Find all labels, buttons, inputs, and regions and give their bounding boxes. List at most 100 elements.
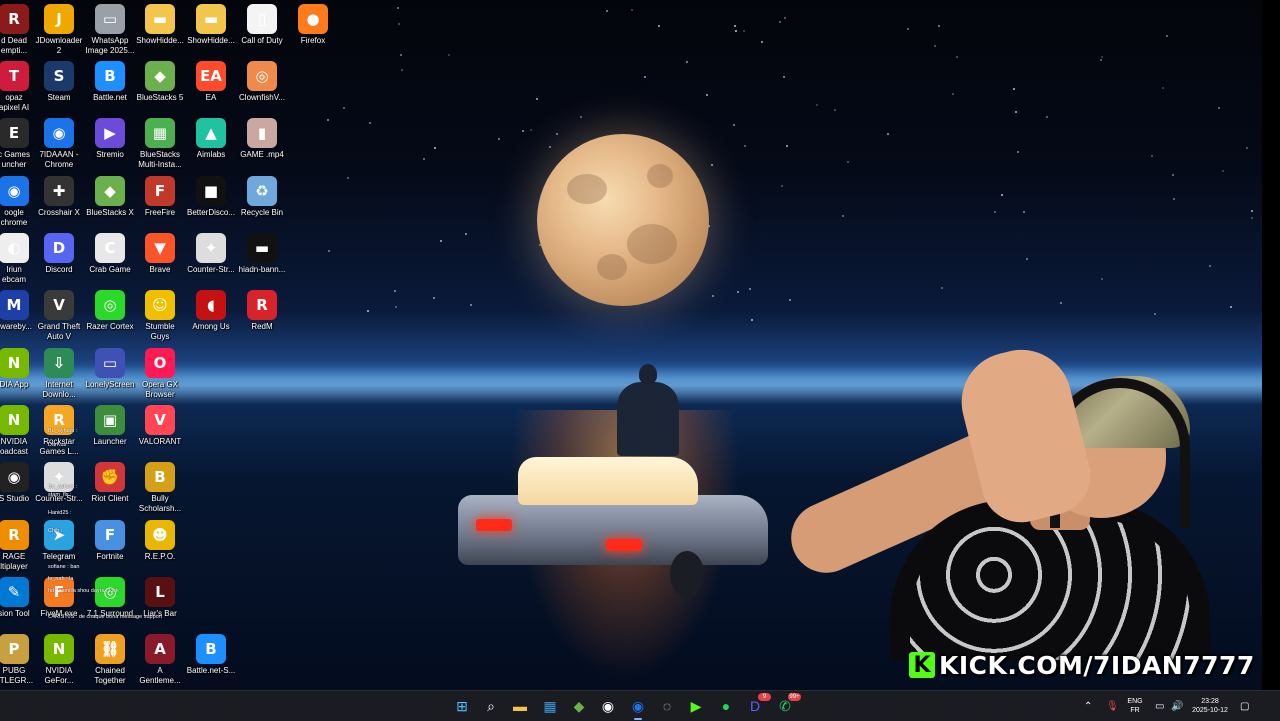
desktop-icon[interactable]: F FiveM.exe [31,577,87,619]
desktop-icon[interactable]: ▯ Call of Duty [234,4,290,46]
desktop-icon[interactable]: ▶ Stremio [82,118,138,160]
desktop-icon-label: Stumble Guys [145,322,175,341]
star [1230,305,1233,308]
desktop-icon[interactable]: ▦ BlueStacks Multi-Insta... [132,118,188,170]
desktop-icon[interactable]: ☻ R.E.P.O. [132,520,188,562]
desktop-icon[interactable]: ✦ Counter-Str... [183,233,239,275]
desktop-icon[interactable]: N NVIDIA GeFor... [31,634,87,686]
kick-app-icon[interactable]: ▶ [686,696,706,716]
desktop-icon[interactable]: S Steam [31,61,87,103]
desktop-icon[interactable]: ■ BetterDisco... [183,176,239,218]
app-icon: E [0,118,29,148]
kick-url: KICK.COM/7IDAN7777 [939,650,1255,680]
app-icon: N [0,348,29,378]
desktop-icon[interactable]: ◉ 7IDAAAN - Chrome [31,118,87,170]
desktop-icon[interactable]: ⛓ Chained Together [82,634,138,686]
desktop-icon[interactable]: B Bully Scholarsh... [132,462,188,514]
app-icon: A [145,634,175,664]
start-icon[interactable]: ⊞ [452,696,472,716]
desktop-icon[interactable]: ▭ LonelyScreen [82,348,138,390]
desktop-icon[interactable]: EA EA [183,61,239,103]
desktop-icon[interactable]: A A Gentleme... [132,634,188,686]
person-silhouette [617,364,679,456]
desktop-icon[interactable]: ◎ ClownfishV... [234,61,290,103]
app-badge-icon[interactable]: ◌ [657,696,677,716]
volume-icon[interactable]: 🔊 [1171,701,1183,712]
store-icon[interactable]: ▦ [540,696,560,716]
microphone-icon[interactable]: 🎙 [1106,701,1119,712]
desktop-icon[interactable]: ☺ Stumble Guys [132,290,188,342]
desktop-icon[interactable]: ▲ Aimlabs [183,118,239,160]
star [737,291,740,294]
desktop-icon-label: Battle.net [93,93,127,102]
desktop-icon[interactable]: V VALORANT [132,405,188,447]
app-icon: ▲ [196,118,226,148]
desktop-icon[interactable]: ▼ Brave [132,233,188,275]
desktop-icon[interactable]: ➤ Telegram [31,520,87,562]
star [1100,278,1103,281]
desktop-icon[interactable]: ▬ ShowHidde... [132,4,188,46]
spotify-icon[interactable]: ● [716,696,736,716]
file-explorer-icon[interactable]: ▬ [510,696,530,716]
desktop-icon[interactable]: ◖ Among Us [183,290,239,332]
desktop-icon[interactable]: ◎ Razer Cortex [82,290,138,332]
desktop-icon[interactable]: ♻ Recycle Bin [234,176,290,218]
chrome-icon[interactable]: ◉ [628,696,648,720]
clock[interactable]: 23:28 2025-10-12 [1188,697,1232,715]
star [422,157,425,160]
desktop-icon[interactable]: F Fortnite [82,520,138,562]
star [644,76,647,79]
desktop-icon[interactable]: ◎ 7.1 Surround [82,577,138,619]
desktop-icon-label: Brave [149,265,171,274]
desktop-icon-label: Grand Theft Auto V [37,322,81,341]
notifications-icon[interactable]: ▢ [1240,701,1249,712]
desktop-icon-label: Bully Scholarsh... [138,494,182,513]
desktop-icon[interactable]: ✊ Riot Client [82,462,138,504]
star [816,103,819,106]
star [940,286,943,289]
desktop-icon[interactable]: ▬ hiadn-bann... [234,233,290,275]
desktop-icon[interactable]: ✚ Crosshair X [31,176,87,218]
desktop-icon[interactable]: ⇩ Internet Downlo... [31,348,87,400]
desktop-icon[interactable]: ◆ BlueStacks 5 [132,61,188,103]
desktop-icon[interactable]: D Discord [31,233,87,275]
star [342,106,345,109]
desktop-icon[interactable]: ▣ Launcher [82,405,138,447]
star [743,144,746,147]
desktop-icon[interactable]: ▭ WhatsApp Image 2025... [82,4,138,56]
obs-icon[interactable]: ◉ [598,696,618,716]
star [1209,264,1212,267]
star [956,55,959,58]
desktop-icon[interactable]: O Opera GX Browser [132,348,188,400]
desktop-icon[interactable]: V Grand Theft Auto V [31,290,87,342]
desktop-icon[interactable]: F FreeFire [132,176,188,218]
app-icon: ◉ [0,462,29,492]
language-indicator[interactable]: ENG FR [1126,697,1144,715]
desktop-icon-label: hiadn-bann... [238,265,286,274]
desktop-icon-label: BlueStacks X [86,208,134,217]
chevron-up-icon[interactable]: ⌃ [1084,701,1092,712]
desktop-icon[interactable]: ▬ ShowHidde... [183,4,239,46]
whatsapp-icon[interactable]: ✆ 99+ [775,693,801,716]
star [555,132,558,135]
bluestacks-icon[interactable]: ◆ [569,696,589,716]
discord-icon[interactable]: D9 [745,693,771,716]
star [448,54,451,57]
app-icon: ➤ [44,520,74,550]
display-icon[interactable]: ▭ [1155,701,1164,712]
desktop-icon[interactable]: ▮ GAME .mp4 [234,118,290,160]
desktop-icon[interactable]: B Battle.net [82,61,138,103]
app-icon: M [0,290,29,320]
desktop-icon[interactable]: ● Firefox [285,4,341,46]
desktop-icon[interactable]: J JDownloader 2 [31,4,87,56]
desktop-icon[interactable]: ◆ BlueStacks X [82,176,138,218]
desktop-icon[interactable]: B Battle.net-S... [183,634,239,676]
search-icon[interactable]: ⌕ [481,696,501,716]
desktop-icon[interactable]: C Crab Game [82,233,138,275]
desktop-icon[interactable]: R RedM [234,290,290,332]
star [1166,34,1169,37]
desktop-icon[interactable]: L Liar's Bar [132,577,188,619]
webcam-overlay [780,339,1250,660]
app-icon: ▮ [247,118,277,148]
star [522,129,525,132]
